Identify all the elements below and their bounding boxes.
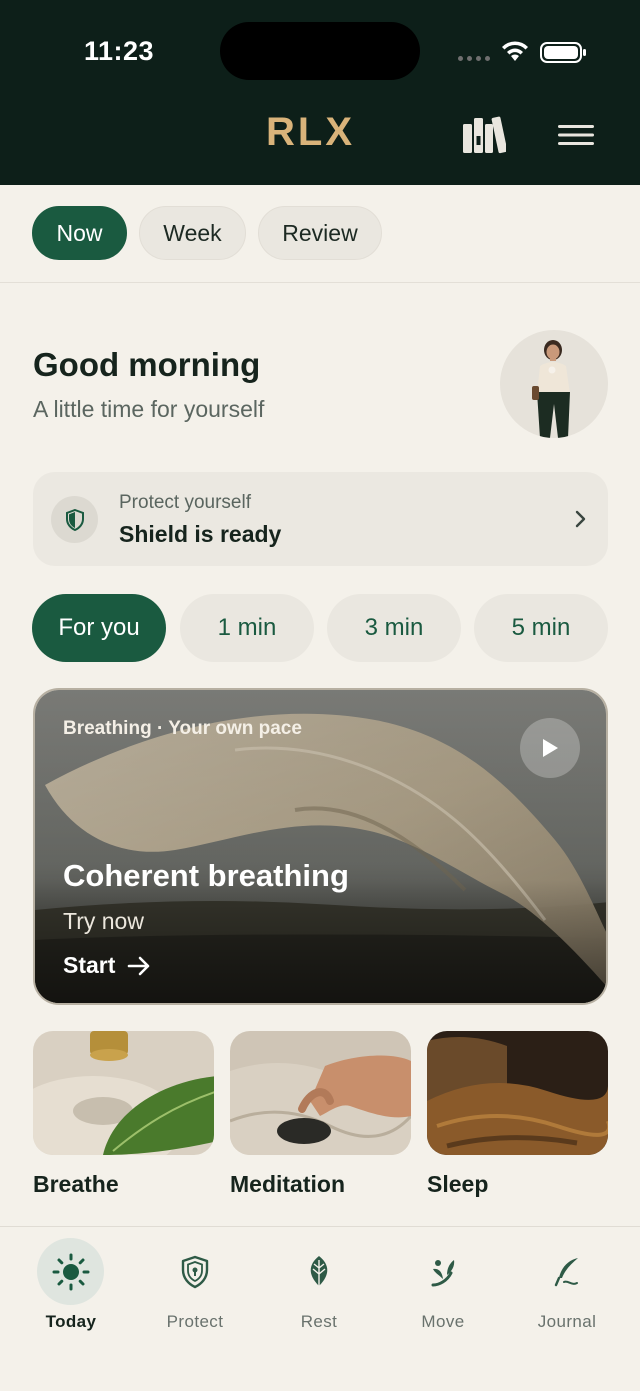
chip-3-min[interactable]: 3 min (327, 594, 461, 662)
nav-label-today: Today (45, 1312, 97, 1331)
leaf-icon (285, 1238, 352, 1305)
tile-meditation[interactable] (230, 1031, 411, 1155)
greeting-title: Good morning (33, 346, 261, 383)
tab-week[interactable]: Week (139, 206, 246, 260)
nav-today[interactable]: Today (16, 1236, 126, 1336)
tab-now[interactable]: Now (32, 206, 127, 260)
nav-journal[interactable]: Journal (512, 1236, 622, 1336)
chip-5-min[interactable]: 5 min (474, 594, 608, 662)
breathe-image (33, 1031, 214, 1155)
play-button[interactable] (520, 718, 580, 778)
wifi-icon (502, 41, 528, 61)
nav-label-move: Move (421, 1312, 465, 1331)
status-icons (458, 36, 588, 66)
sprout-icon (409, 1238, 476, 1305)
tile-sleep[interactable] (427, 1031, 608, 1155)
play-icon (543, 739, 558, 757)
protect-card[interactable]: Protect yourself Shield is ready (33, 472, 608, 566)
meditation-image (230, 1031, 411, 1155)
avatar[interactable] (500, 330, 608, 438)
nav-label-journal: Journal (537, 1312, 597, 1331)
start-label: Start (63, 952, 116, 978)
hero-subtitle: Try now (63, 908, 144, 934)
protect-title: Shield is ready (119, 521, 282, 547)
library-icon[interactable] (462, 116, 506, 154)
nav-rest[interactable]: Rest (264, 1236, 374, 1336)
shield-icon (51, 496, 98, 543)
tile-label-breathe: Breathe (33, 1171, 119, 1197)
signal-icon (458, 56, 490, 61)
chip-1-min[interactable]: 1 min (180, 594, 314, 662)
sleep-image (427, 1031, 608, 1155)
status-time: 11:23 (84, 36, 155, 66)
start-button[interactable]: Start (63, 952, 151, 979)
hero-kicker: Breathing · Your own pace (63, 718, 302, 739)
dynamic-island (220, 22, 420, 80)
arrow-right-icon (128, 956, 150, 975)
tab-review[interactable]: Review (258, 206, 382, 260)
quill-icon (533, 1238, 600, 1305)
chevron-right-icon (575, 510, 586, 528)
hamburger-menu-icon[interactable] (558, 124, 594, 146)
tile-breathe[interactable] (33, 1031, 214, 1155)
greeting-subtitle: A little time for yourself (33, 396, 265, 422)
sun-icon (37, 1238, 104, 1305)
app-logo: RLX (266, 110, 355, 154)
hero-card[interactable]: Breathing · Your own pace Coherent breat… (33, 688, 608, 1005)
tile-label-sleep: Sleep (427, 1171, 489, 1197)
chip-for-you[interactable]: For you (32, 594, 166, 662)
hero-title: Coherent breathing (63, 858, 349, 893)
protect-label: Protect yourself (119, 492, 251, 513)
divider (0, 282, 640, 283)
nav-label-protect: Protect (166, 1312, 224, 1331)
nav-protect[interactable]: Protect (140, 1236, 250, 1336)
shield-icon (161, 1238, 228, 1305)
nav-label-rest: Rest (300, 1312, 338, 1331)
tile-label-meditation: Meditation (230, 1171, 345, 1197)
nav-move[interactable]: Move (388, 1236, 498, 1336)
battery-icon (540, 42, 586, 63)
app-header: 11:23 RLX (0, 0, 640, 185)
nav-divider (0, 1226, 640, 1227)
